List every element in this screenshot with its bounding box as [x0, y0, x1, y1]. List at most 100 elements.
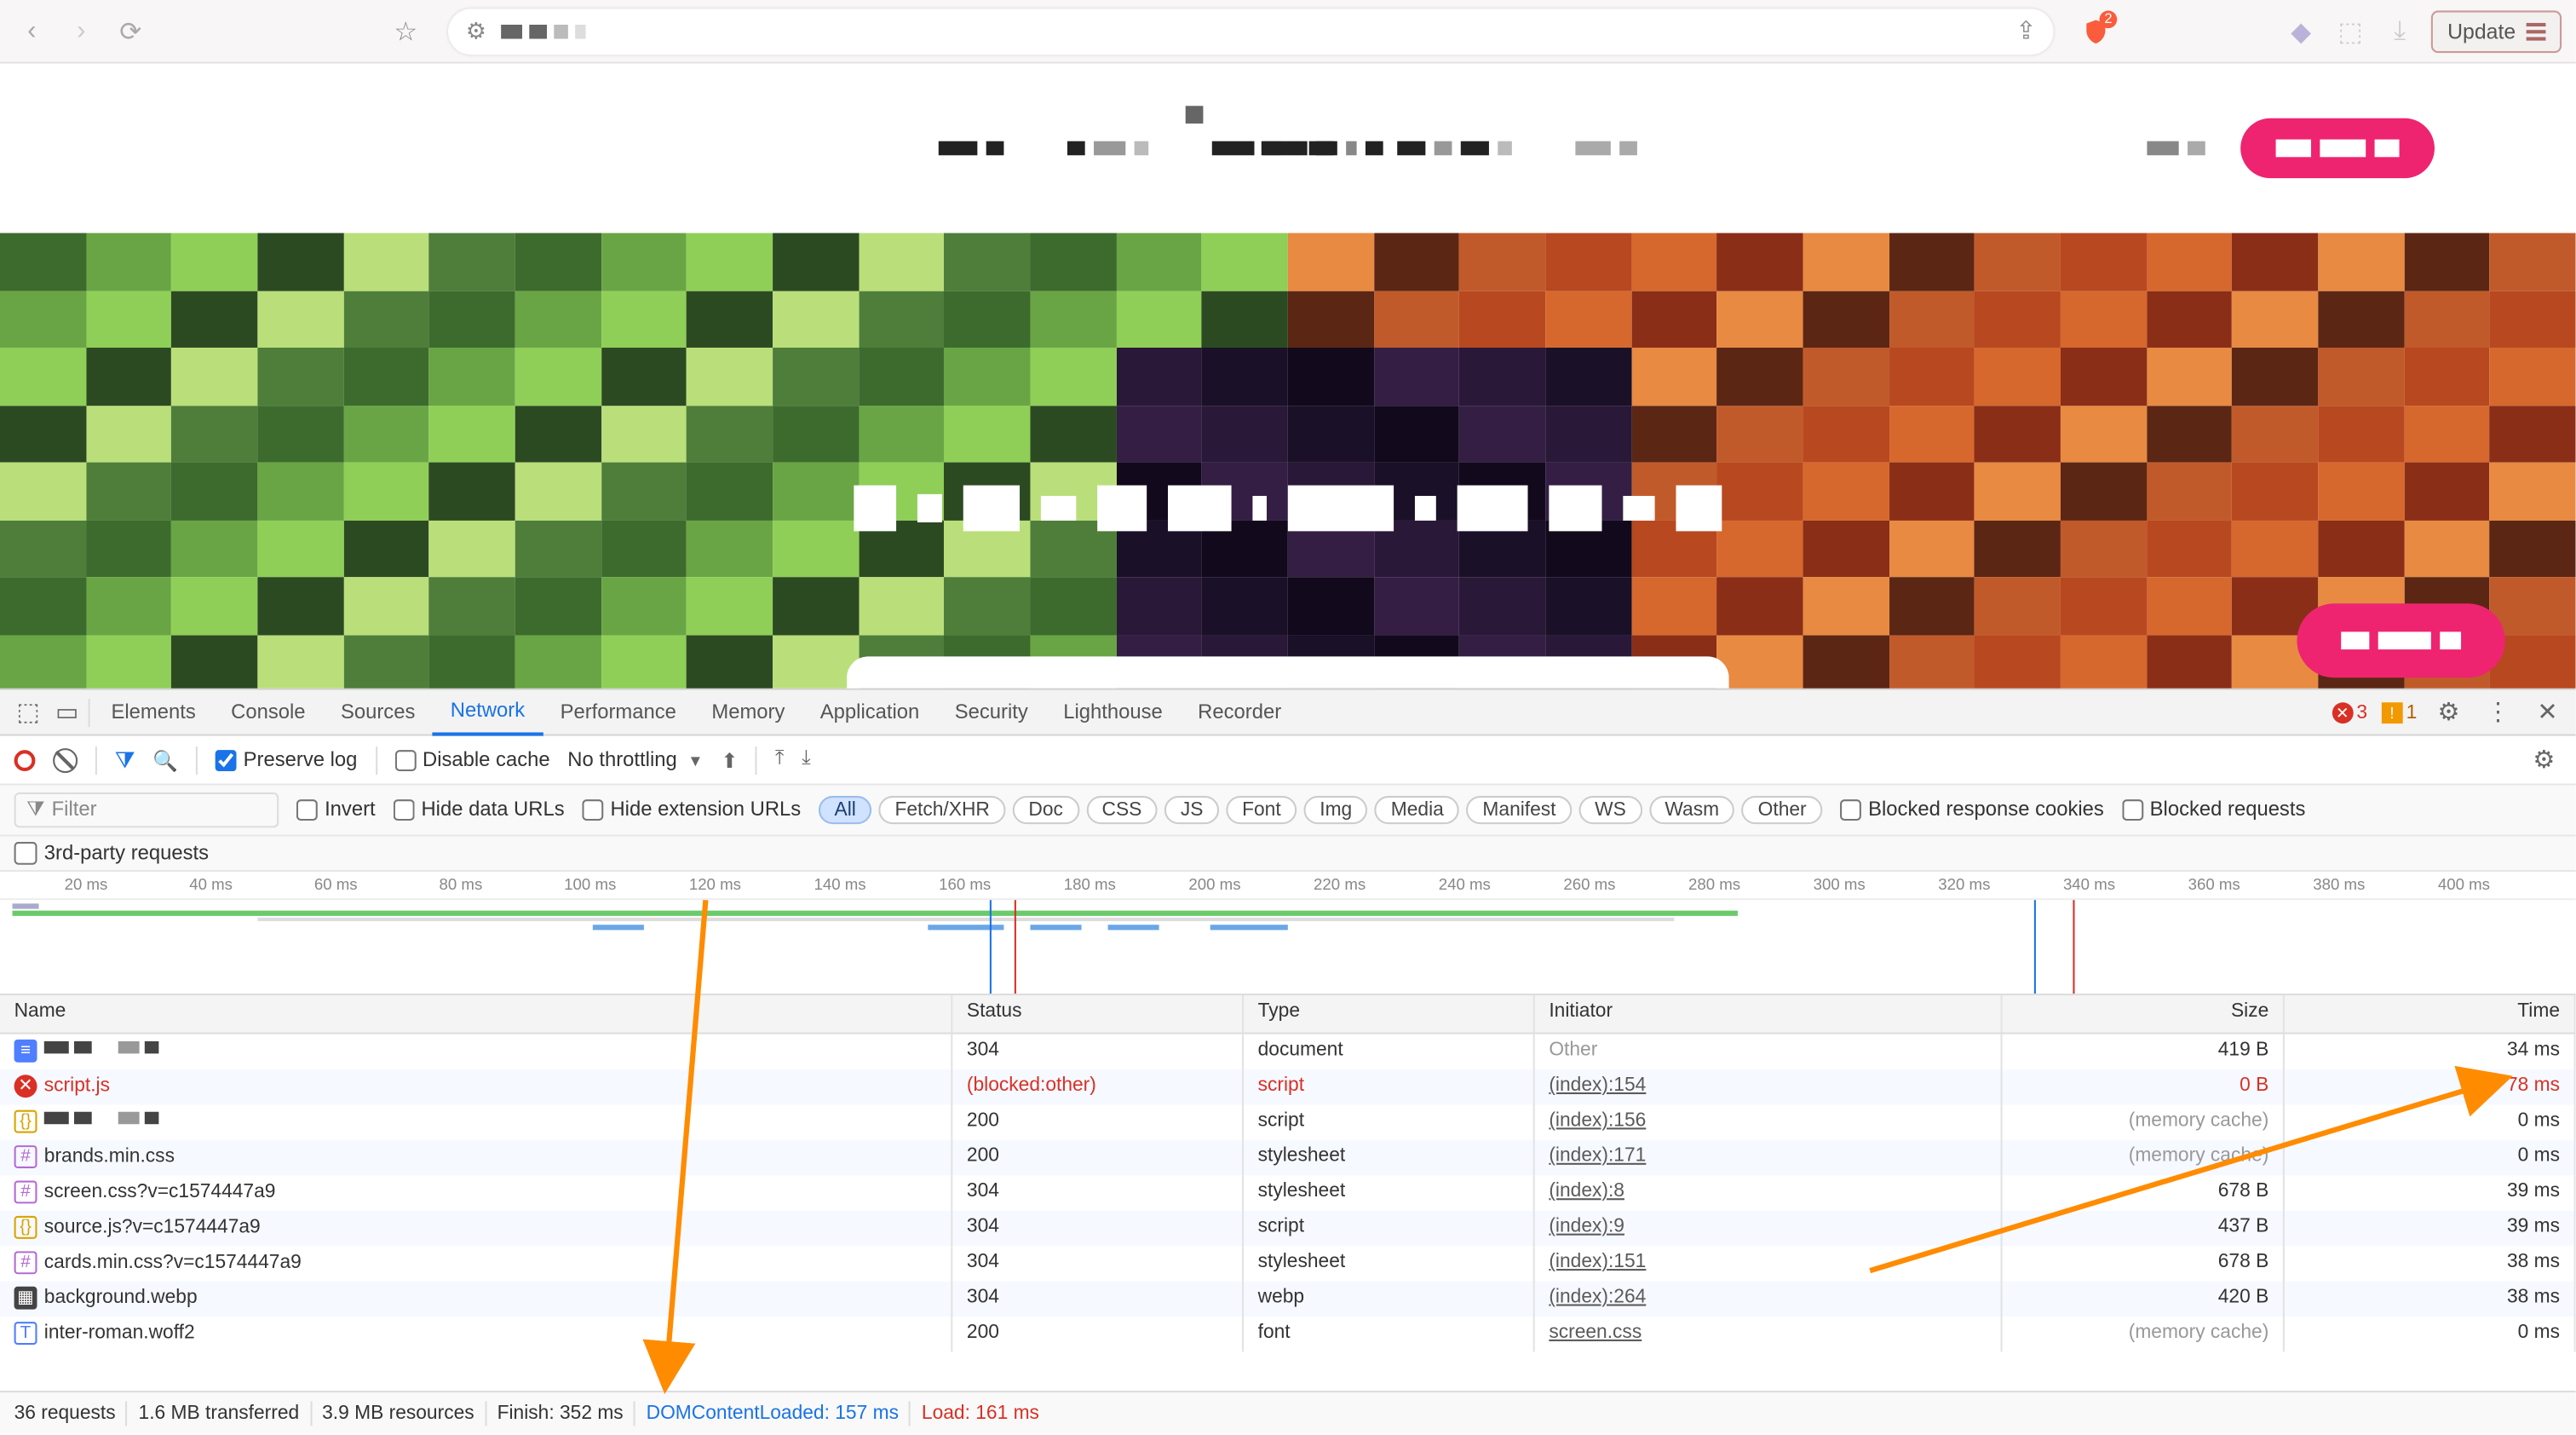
download-icon[interactable]: ⤓ — [2382, 14, 2417, 49]
share-icon[interactable]: ⇪ — [2015, 16, 2036, 46]
hide-data-urls-checkbox[interactable]: Hide data URLs — [393, 799, 564, 821]
table-row[interactable]: ✕script.js(blocked:other)script(index):1… — [0, 1069, 2576, 1104]
brave-shield-icon[interactable]: 2 — [2079, 14, 2113, 49]
device-icon[interactable]: ▭ — [49, 694, 84, 729]
table-row[interactable]: {} 200script(index):156(memory cache)0 m… — [0, 1104, 2576, 1139]
hide-ext-urls-checkbox[interactable]: Hide extension URLs — [582, 799, 801, 821]
more-icon[interactable]: ⋮ — [2481, 694, 2516, 729]
filter-chip-fetchxhr[interactable]: Fetch/XHR — [879, 796, 1006, 824]
filter-chip-js[interactable]: JS — [1164, 796, 1219, 824]
resource-icon: {} — [14, 1110, 37, 1133]
tab-console[interactable]: Console — [213, 689, 323, 735]
tab-sources[interactable]: Sources — [323, 689, 433, 735]
filter-icon[interactable]: ⧩ — [115, 746, 135, 774]
download-icon[interactable]: ⤓ — [802, 748, 811, 771]
warning-count[interactable]: !1 — [2382, 701, 2418, 723]
third-party-checkbox[interactable]: 3rd-party requests — [14, 842, 209, 865]
wifi-icon[interactable]: ⬆ — [721, 747, 738, 772]
search-icon[interactable]: 🔍 — [152, 747, 178, 772]
tab-security[interactable]: Security — [937, 689, 1045, 735]
inspect-icon[interactable]: ⬚ — [10, 694, 45, 729]
hero-title — [854, 486, 1722, 532]
filter-input[interactable]: ⧩ Filter — [14, 792, 279, 827]
nav-item[interactable] — [939, 141, 1004, 156]
site-nav — [0, 64, 2576, 233]
table-header[interactable]: Name Status Type Initiator Size Time — [0, 995, 2576, 1034]
hero-cta-button[interactable] — [2297, 603, 2504, 677]
network-timeline[interactable]: 20 ms40 ms60 ms80 ms100 ms120 ms140 ms16… — [0, 872, 2576, 995]
update-button[interactable]: Update — [2431, 9, 2562, 52]
error-count[interactable]: ✕3 — [2332, 701, 2367, 723]
site-settings-icon[interactable]: ⚙ — [466, 17, 486, 45]
status-dcl: DOMContentLoaded: 157 ms — [647, 1402, 899, 1423]
invert-checkbox[interactable]: Invert — [296, 799, 376, 821]
tab-elements[interactable]: Elements — [94, 689, 214, 735]
address-bar[interactable]: ⚙ ⇪ — [448, 8, 2054, 54]
table-row[interactable]: Tinter-roman.woff2200fontscreen.css(memo… — [0, 1317, 2576, 1351]
preserve-log-checkbox[interactable]: Preserve log — [216, 749, 358, 770]
clear-button[interactable] — [53, 747, 78, 772]
timeline-tick: 160 ms — [939, 875, 991, 893]
disable-cache-checkbox[interactable]: Disable cache — [394, 749, 550, 770]
blocked-cookies-checkbox[interactable]: Blocked response cookies — [1840, 799, 2104, 821]
cta-button[interactable] — [2240, 118, 2435, 178]
nav-item[interactable] — [2147, 141, 2205, 156]
filter-chip-img[interactable]: Img — [1304, 796, 1368, 824]
filter-chip-media[interactable]: Media — [1375, 796, 1459, 824]
extension-icon-2[interactable]: ⬚ — [2332, 14, 2367, 49]
resource-icon: ✕ — [14, 1075, 37, 1098]
network-filters-row2: 3rd-party requests — [0, 837, 2576, 872]
tab-performance[interactable]: Performance — [543, 689, 694, 735]
filter-chip-ws[interactable]: WS — [1578, 796, 1642, 824]
filter-chip-all[interactable]: All — [819, 796, 872, 824]
status-resources: 3.9 MB resources — [322, 1402, 474, 1423]
timeline-tick: 300 ms — [1814, 875, 1866, 893]
bookmark-icon[interactable]: ☆ — [388, 14, 423, 49]
timeline-tick: 220 ms — [1314, 875, 1366, 893]
tab-recorder[interactable]: Recorder — [1180, 689, 1298, 735]
blocked-requests-checkbox[interactable]: Blocked requests — [2122, 799, 2306, 821]
table-row[interactable]: #brands.min.css200stylesheet(index):171(… — [0, 1140, 2576, 1175]
reload-button[interactable]: ⟳ — [113, 14, 148, 49]
timeline-tick: 240 ms — [1439, 875, 1491, 893]
tab-memory[interactable]: Memory — [694, 689, 802, 735]
nav-item[interactable] — [1067, 141, 1148, 156]
record-button[interactable] — [14, 749, 36, 770]
settings-icon[interactable]: ⚙ — [2431, 694, 2466, 729]
hero-search[interactable] — [847, 656, 1729, 688]
network-table: Name Status Type Initiator Size Time ≡ 3… — [0, 995, 2576, 1391]
filter-chip-font[interactable]: Font — [1226, 796, 1297, 824]
table-row[interactable]: ≡ 304documentOther419 B34 ms — [0, 1034, 2576, 1069]
timeline-tick: 320 ms — [1938, 875, 1990, 893]
filter-chip-wasm[interactable]: Wasm — [1649, 796, 1735, 824]
panel-settings-icon[interactable]: ⚙ — [2527, 742, 2562, 777]
nav-item[interactable] — [1575, 141, 1636, 156]
table-row[interactable]: {}source.js?v=c1574447a9304script(index)… — [0, 1211, 2576, 1246]
filter-chip-other[interactable]: Other — [1742, 796, 1822, 824]
throttling-select[interactable]: No throttling — [567, 749, 676, 770]
resource-icon: T — [14, 1322, 37, 1345]
nav-item[interactable] — [1397, 141, 1512, 156]
url-text — [500, 24, 584, 38]
back-button[interactable]: ‹ — [14, 14, 49, 49]
resource-icon: # — [14, 1180, 37, 1203]
resource-icon: ≡ — [14, 1040, 37, 1063]
table-row[interactable]: #screen.css?v=c1574447a9304stylesheet(in… — [0, 1175, 2576, 1210]
network-filters: ⧩ Filter Invert Hide data URLs Hide exte… — [0, 786, 2576, 837]
table-row[interactable]: #cards.min.css?v=c1574447a9304stylesheet… — [0, 1246, 2576, 1281]
network-toolbar: ⧩ 🔍 Preserve log Disable cache No thrott… — [0, 736, 2576, 786]
timeline-tick: 360 ms — [2188, 875, 2240, 893]
filter-chip-doc[interactable]: Doc — [1013, 796, 1079, 824]
forward-button[interactable]: › — [64, 14, 99, 49]
upload-icon[interactable]: ⤒ — [775, 748, 785, 771]
tab-application[interactable]: Application — [802, 689, 937, 735]
filter-chip-css[interactable]: CSS — [1086, 796, 1158, 824]
browser-toolbar: ‹ › ⟳ ☆ ⚙ ⇪ 2 ◆ ⬚ ⤓ Update — [0, 0, 2576, 64]
extension-icon-1[interactable]: ◆ — [2283, 14, 2318, 49]
close-icon[interactable]: ✕ — [2530, 694, 2565, 729]
filter-chip-manifest[interactable]: Manifest — [1467, 796, 1572, 824]
nav-item[interactable] — [1262, 141, 1384, 156]
tab-lighthouse[interactable]: Lighthouse — [1045, 689, 1180, 735]
tab-network[interactable]: Network — [433, 689, 543, 735]
table-row[interactable]: ▦background.webp304webp(index):264420 B3… — [0, 1282, 2576, 1317]
